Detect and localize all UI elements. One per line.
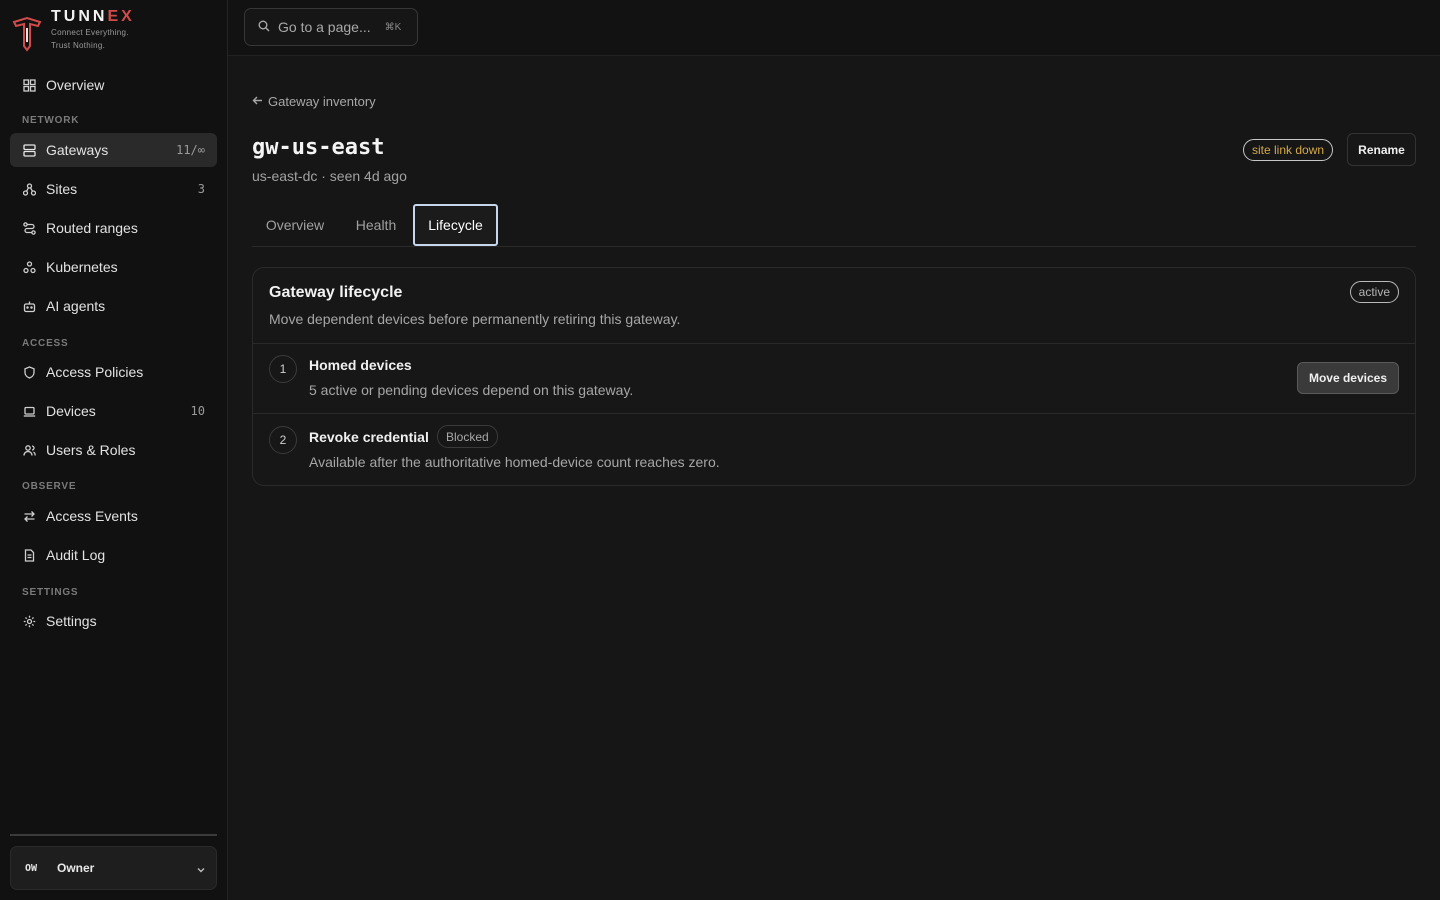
gateways-count: 11/∞ [176, 143, 205, 157]
page-subtitle: us-east-dc · seen 4d ago [252, 168, 407, 184]
sidebar-item-label: Audit Log [46, 547, 106, 563]
users-icon [22, 443, 36, 457]
card-description: Move dependent devices before permanentl… [269, 311, 681, 327]
brand[interactable]: TUNNEX Connect Everything. Trust Nothing… [12, 8, 135, 52]
sidebar-divider [10, 834, 217, 836]
sidebar-item-users-roles[interactable]: Users & Roles [10, 433, 217, 467]
sidebar-item-label: Gateways [46, 142, 109, 158]
section-network: NETWORK [22, 115, 80, 126]
sidebar-item-label: Access Events [46, 508, 138, 524]
sidebar-item-label: Access Policies [46, 364, 144, 380]
sidebar-item-label: Settings [46, 613, 97, 629]
account-name: Owner [57, 861, 95, 875]
sidebar-item-routed-ranges[interactable]: Routed ranges [10, 211, 217, 245]
devices-count: 10 [190, 404, 205, 418]
step-title: Revoke credential [309, 429, 429, 445]
tab-lifecycle[interactable]: Lifecycle [413, 204, 498, 246]
sidebar-item-ai-agents[interactable]: AI agents [10, 289, 217, 323]
divider [253, 413, 1415, 414]
brand-tagline-2: Trust Nothing. [51, 41, 106, 50]
sidebar-item-devices[interactable]: Devices 10 [10, 394, 217, 428]
sidebar-item-settings[interactable]: Settings [10, 604, 217, 638]
sidebar-item-access-events[interactable]: Access Events [10, 499, 217, 533]
rename-button[interactable]: Rename [1347, 133, 1416, 166]
lifecycle-card: Gateway lifecycle Move dependent devices… [252, 267, 1416, 486]
brand-name: TUNNEX [51, 8, 135, 25]
section-settings: SETTINGS [22, 587, 79, 598]
laptop-icon [22, 404, 36, 418]
step-description: 5 active or pending devices depend on th… [309, 382, 634, 398]
step-title: Homed devices [309, 357, 412, 373]
sidebar-item-label: Sites [46, 181, 78, 197]
step-description: Available after the authoritative homed-… [309, 454, 720, 470]
sidebar-item-label: Kubernetes [46, 259, 118, 275]
section-observe: OBSERVE [22, 481, 77, 492]
kubernetes-icon [22, 260, 36, 274]
section-access: ACCESS [22, 338, 69, 349]
back-link[interactable]: Gateway inventory [252, 94, 376, 109]
account-switcher[interactable]: OW Owner [10, 846, 217, 890]
blocked-badge: Blocked [437, 425, 498, 448]
search-icon [258, 19, 270, 35]
sidebar-item-label: Devices [46, 403, 96, 419]
routes-icon [22, 221, 36, 235]
tab-overview[interactable]: Overview [252, 204, 338, 246]
sites-icon [22, 182, 36, 196]
tunnex-logo-icon [12, 16, 42, 52]
sidebar-item-access-policies[interactable]: Access Policies [10, 355, 217, 389]
sites-count: 3 [197, 182, 205, 196]
sidebar-item-label: Users & Roles [46, 442, 136, 458]
search-placeholder: Go to a page... [278, 19, 371, 35]
arrow-left-icon [252, 94, 263, 109]
search-input[interactable]: Go to a page... ⌘K [244, 8, 418, 46]
step-number: 1 [269, 355, 297, 383]
move-devices-button[interactable]: Move devices [1297, 362, 1399, 394]
grid-icon [22, 78, 36, 92]
back-link-label: Gateway inventory [268, 94, 376, 109]
gear-icon [22, 614, 36, 628]
sidebar-item-sites[interactable]: Sites 3 [10, 172, 217, 206]
search-shortcut: ⌘K [384, 21, 402, 33]
sidebar-item-audit-log[interactable]: Audit Log [10, 538, 217, 572]
sidebar-item-label: Routed ranges [46, 220, 138, 236]
sidebar-item-label: AI agents [46, 298, 106, 314]
server-icon [22, 143, 36, 157]
step-number: 2 [269, 426, 297, 454]
chevron-down-icon [196, 862, 206, 878]
sidebar-item-label: Overview [46, 77, 105, 93]
tab-bar: Overview Health Lifecycle [252, 204, 1416, 247]
tab-health[interactable]: Health [342, 204, 410, 246]
brand-tagline-1: Connect Everything. [51, 28, 129, 37]
arrows-swap-icon [22, 509, 36, 523]
topbar: Go to a page... ⌘K [228, 0, 1440, 56]
card-title: Gateway lifecycle [269, 284, 403, 301]
avatar: OW [25, 862, 38, 874]
sidebar-item-kubernetes[interactable]: Kubernetes [10, 250, 217, 284]
sidebar: TUNNEX Connect Everything. Trust Nothing… [0, 0, 228, 900]
bot-icon [22, 299, 36, 313]
shield-icon [22, 365, 36, 379]
status-badge: site link down [1243, 139, 1334, 161]
page-title: gw-us-east [252, 135, 385, 160]
document-icon [22, 548, 36, 562]
sidebar-item-gateways[interactable]: Gateways 11/∞ [10, 133, 217, 167]
state-badge: active [1349, 281, 1399, 303]
sidebar-item-overview[interactable]: Overview [10, 68, 217, 102]
divider [253, 343, 1415, 344]
